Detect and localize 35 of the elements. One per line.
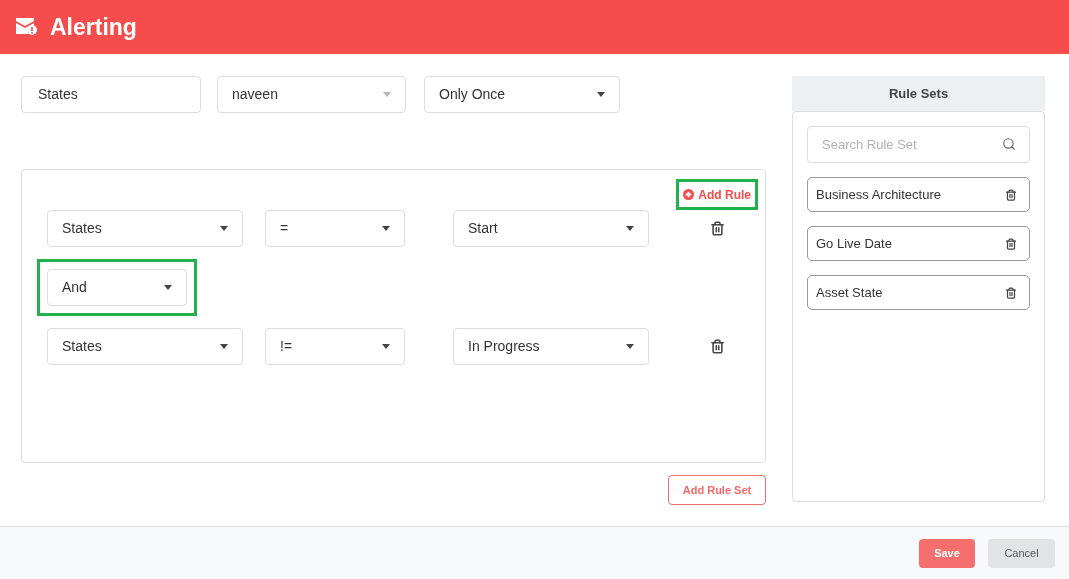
cancel-button[interactable]: Cancel — [988, 538, 1055, 568]
rule-set-item[interactable]: Business Architecture — [807, 177, 1030, 212]
dropdown[interactable]: In Progress — [453, 328, 649, 365]
dropdown[interactable]: != — [265, 328, 405, 365]
trash-icon[interactable] — [710, 221, 725, 236]
dropdown[interactable]: And — [47, 269, 187, 306]
dropdown[interactable]: States — [47, 328, 243, 365]
rule-sets-header: Rule Sets — [792, 76, 1045, 111]
plus-circle-icon — [683, 189, 695, 200]
caret-icon — [382, 226, 390, 231]
caret-icon — [220, 226, 228, 231]
search-icon — [1002, 137, 1016, 151]
caret-icon — [382, 344, 390, 349]
search-field[interactable]: Search Rule Set — [807, 126, 1030, 163]
page-title: Alerting — [50, 12, 137, 42]
trash-icon[interactable] — [710, 339, 725, 354]
caret-icon — [626, 344, 634, 349]
rule-set-item[interactable]: Go Live Date — [807, 226, 1030, 261]
rule-set-name: Asset State — [816, 283, 883, 302]
caret-icon — [164, 285, 172, 290]
dropdown[interactable]: Start — [453, 210, 649, 247]
caret-icon — [626, 226, 634, 231]
mail-alert-icon — [16, 18, 38, 36]
add-rule-button[interactable]: Add Rule — [676, 179, 758, 210]
dropdown[interactable]: = — [265, 210, 405, 247]
rule-set-item[interactable]: Asset State — [807, 275, 1030, 310]
dropdown[interactable]: Only Once — [424, 76, 620, 113]
trash-icon[interactable] — [1005, 286, 1017, 299]
name-field[interactable]: States — [21, 76, 201, 113]
trash-icon[interactable] — [1005, 188, 1017, 201]
dropdown[interactable]: States — [47, 210, 243, 247]
caret-icon — [220, 344, 228, 349]
rule-set-name: Go Live Date — [816, 234, 892, 253]
trash-icon[interactable] — [1005, 237, 1017, 250]
rule-set-name: Business Architecture — [816, 185, 941, 204]
